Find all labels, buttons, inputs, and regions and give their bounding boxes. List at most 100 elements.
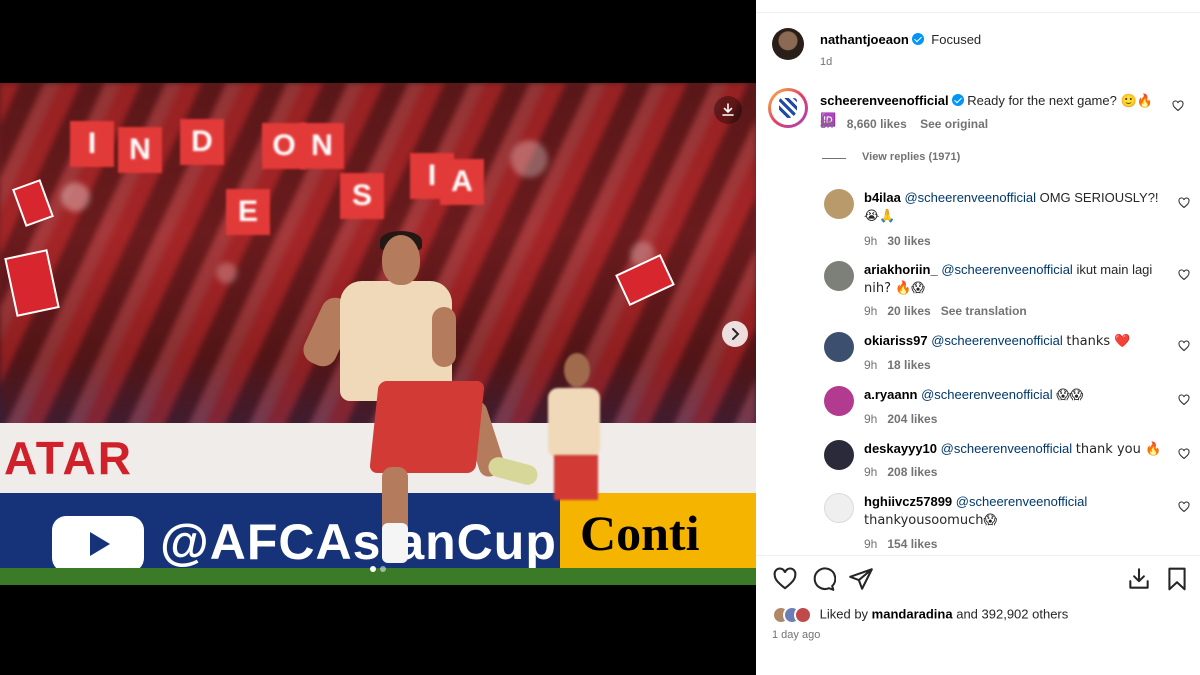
view-replies-link[interactable]: View replies (1971) [862,151,960,163]
reply-username[interactable]: deskayyy10 [864,441,937,456]
reply-likes[interactable]: 20 likes [887,304,930,318]
verified-icon [951,94,964,106]
player-arm [432,307,456,367]
reply-item: deskayyy10 @scheerenveenofficial thank y… [824,440,1194,484]
reply-mention[interactable]: @scheerenveenofficial [931,333,1062,348]
reply-likes[interactable]: 154 likes [887,537,937,551]
reply-text: ikut main lagi [1076,262,1153,277]
download-icon [722,103,734,116]
crowd-letter: A [440,159,484,205]
comment-icon[interactable] [810,566,836,592]
action-bar [772,566,1186,594]
reply-likes[interactable]: 30 likes [887,234,930,248]
player-shorts [369,381,485,473]
author-avatar[interactable] [772,28,804,60]
liked-by-suffix[interactable]: and 392,902 others [956,606,1068,621]
post-time-ago: 1 day ago [772,629,821,641]
club-avatar[interactable] [768,88,808,128]
reply-age: 9h [864,465,878,479]
reply-item: hghiivcz57899 @scheerenveenofficial than… [824,493,1194,551]
like-reply-icon[interactable] [1178,394,1190,406]
next-slide-button[interactable] [722,321,748,347]
reply-text: 😱😱 [1056,388,1084,403]
reply-text-2: 😭🙏 [864,209,896,224]
post-side-panel: nathantjoeaon Focused 1d scheerenveenoff… [756,0,1200,675]
reply-age: 9h [864,537,878,551]
like-reply-icon[interactable] [1178,197,1190,209]
replies-line [822,158,846,159]
reply-username[interactable]: b4ilaa [864,190,901,205]
download-icon[interactable] [1126,566,1152,592]
reply-mention[interactable]: @scheerenveenofficial [941,262,1072,277]
reply-username[interactable]: ariakhoriin_ [864,262,938,277]
comment-likes[interactable]: 8,660 likes [847,117,907,131]
see-translation-link[interactable]: See translation [941,304,1027,318]
comment-age: 8h [820,117,834,131]
reply-age: 9h [864,412,878,426]
like-comment-icon[interactable] [1172,100,1184,112]
reply-avatar[interactable] [824,386,854,416]
like-reply-icon[interactable] [1178,501,1190,513]
chevron-right-icon [732,328,740,340]
share-icon[interactable] [848,566,874,592]
divider [756,12,1200,13]
reply-avatar[interactable] [824,493,854,523]
save-bookmark-icon[interactable] [1164,566,1190,592]
verified-icon [911,33,924,45]
like-icon[interactable] [772,566,798,592]
reply-text-2: nih? 🔥😱 [864,281,925,296]
reply-item: ariakhoriin_ @scheerenveenofficial ikut … [824,261,1194,321]
reply-avatar[interactable] [824,332,854,362]
post-media-pane: I N D O N E S I A ATAR @AFCAsianCup Cont… [0,0,756,675]
author-username[interactable]: nathantjoeaon [820,32,909,47]
carousel-dot [370,566,376,572]
divider [756,555,1200,556]
reply-avatar[interactable] [824,440,854,470]
background-player [554,455,598,500]
reply-item: b4ilaa @scheerenveenofficial OMG SERIOUS… [824,189,1194,249]
like-reply-icon[interactable] [1178,448,1190,460]
like-reply-icon[interactable] [1178,340,1190,352]
like-reply-icon[interactable] [1178,269,1190,281]
player-head [382,235,420,285]
crowd-letter: N [300,123,344,169]
reply-username[interactable]: okiariss97 [864,333,928,348]
crowd-letter: N [118,127,162,173]
background-player [548,388,600,458]
reply-text: thanks ❤️ [1066,334,1131,349]
carousel-dot [380,566,386,572]
reply-avatar[interactable] [824,261,854,291]
likes-summary[interactable]: Liked by mandaradina and 392,902 others [772,606,1068,624]
reply-item: okiariss97 @scheerenveenofficial thanks … [824,332,1194,376]
carousel-dots [370,566,386,572]
reply-mention[interactable]: @scheerenveenofficial [904,190,1035,205]
play-icon [90,532,110,556]
reply-text: thank you 🔥 [1075,442,1162,457]
crowd-letter: D [180,119,224,165]
reply-age: 9h [864,234,878,248]
player-sock [382,523,408,563]
reply-mention[interactable]: @scheerenveenofficial [956,494,1087,509]
comment-text: Ready for the next game? [967,93,1117,108]
reply-mention[interactable]: @scheerenveenofficial [921,387,1052,402]
post-photo[interactable]: I N D O N E S I A ATAR @AFCAsianCup Cont… [0,83,756,585]
reply-age: 9h [864,358,878,372]
download-button[interactable] [714,96,742,124]
reply-likes[interactable]: 208 likes [887,465,937,479]
comment-username[interactable]: scheerenveenofficial [820,93,949,108]
reply-username[interactable]: hghiivcz57899 [864,494,952,509]
crowd-letter: E [226,189,270,235]
liked-by-user[interactable]: mandaradina [872,606,953,621]
reply-username[interactable]: a.ryaann [864,387,917,402]
ad-brand: Conti [560,493,756,573]
reply-mention[interactable]: @scheerenveenofficial [941,441,1072,456]
background-player [564,353,590,387]
reply-avatar[interactable] [824,189,854,219]
crowd-letter: I [70,121,114,167]
liker-avatar [794,606,812,624]
see-original-link[interactable]: See original [920,117,988,131]
reply-text-2: thankyousoomuch😱 [864,513,998,528]
ad-text: @AFCAsianCup [160,514,557,570]
reply-likes[interactable]: 18 likes [887,358,930,372]
reply-likes[interactable]: 204 likes [887,412,937,426]
